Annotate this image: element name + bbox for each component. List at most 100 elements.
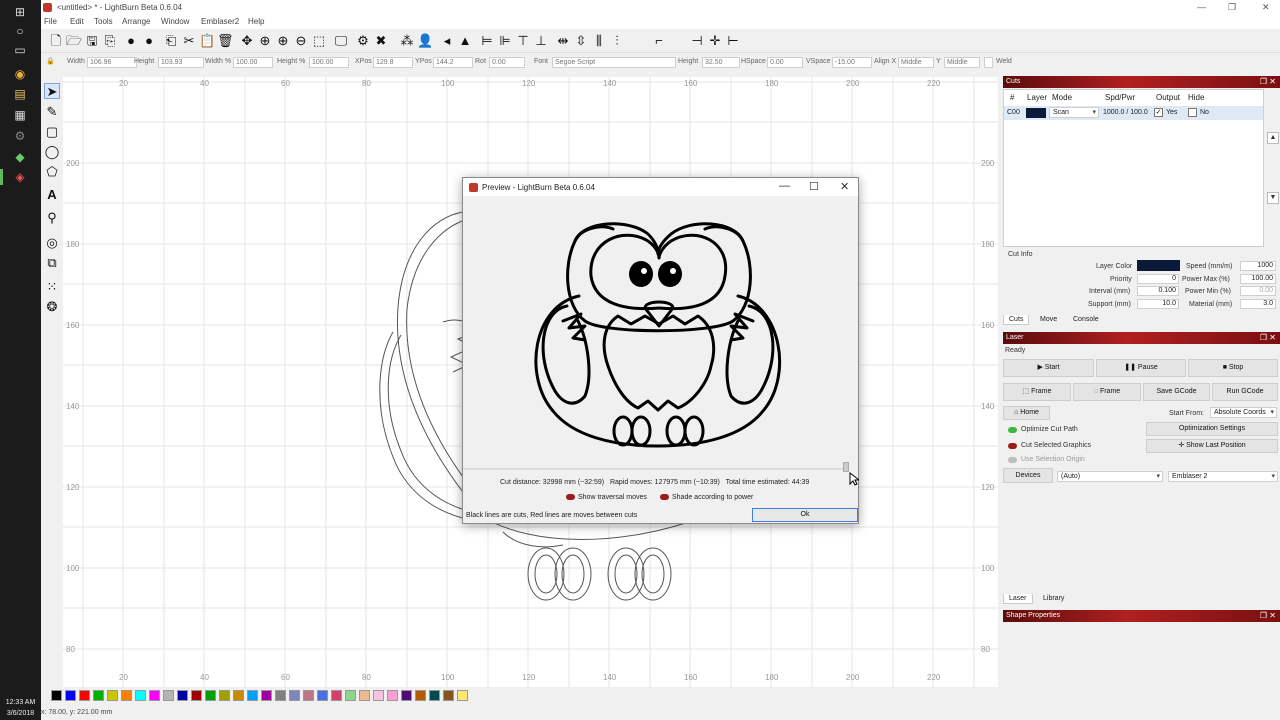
dialog-maximize-icon[interactable]: ☐	[809, 180, 819, 193]
palette-swatch-18[interactable]	[303, 690, 314, 701]
palette-swatch-1[interactable]	[65, 690, 76, 701]
settings-gear-icon[interactable]: ⚙	[355, 33, 371, 49]
panel-close-icon[interactable]: ❐ ✕	[1260, 76, 1276, 88]
optimize-cut-path-toggle[interactable]	[1008, 427, 1017, 433]
layer-color-swatch[interactable]	[1026, 108, 1046, 118]
show-traversal-option[interactable]: Show traversal moves	[566, 494, 647, 501]
rotation-field[interactable]: Rot 0.00	[475, 57, 525, 69]
flip-horizontal-icon[interactable]: ◂	[439, 33, 455, 49]
palette-swatch-12[interactable]	[219, 690, 230, 701]
palette-swatch-4[interactable]	[107, 690, 118, 701]
copy-icon[interactable]: ⎗	[163, 33, 179, 49]
palette-swatch-25[interactable]	[401, 690, 412, 701]
power-max-field[interactable]: 100.00	[1240, 274, 1276, 284]
lock-icon[interactable]: 🔒	[46, 57, 66, 69]
dock-left-icon[interactable]: ⊣	[689, 33, 705, 49]
distribute-v-icon[interactable]: ⫶	[609, 33, 625, 49]
palette-swatch-21[interactable]	[345, 690, 356, 701]
font-height-field[interactable]: Height 32.50	[678, 57, 740, 69]
palette-swatch-17[interactable]	[289, 690, 300, 701]
task-view-icon[interactable]: ▭	[12, 42, 28, 58]
align-left-icon[interactable]: ⊨	[479, 33, 495, 49]
polygon-tool-icon[interactable]: ⬠	[44, 164, 60, 180]
run-gcode-button[interactable]: Run GCode	[1212, 383, 1278, 401]
grid-array-tool-icon[interactable]: ⁙	[44, 279, 60, 295]
menu-tools[interactable]: Tools	[94, 17, 113, 26]
palette-swatch-26[interactable]	[415, 690, 426, 701]
width-percent-field[interactable]: Width % 100.00	[205, 57, 273, 69]
start-from-select[interactable]: Absolute Coords	[1210, 407, 1277, 418]
select-tool-icon[interactable]: ➤	[44, 83, 60, 99]
dock-right-icon[interactable]: ⊢	[725, 33, 741, 49]
tab-library[interactable]: Library	[1038, 594, 1069, 603]
align-y-select[interactable]: Y Middle	[936, 57, 980, 69]
device-select[interactable]: Emblaser 2	[1168, 471, 1278, 482]
palette-swatch-28[interactable]	[443, 690, 454, 701]
zoom-out-icon[interactable]: ⊕	[275, 33, 291, 49]
layer-color-box[interactable]	[1137, 260, 1180, 271]
support-field[interactable]: 10.0	[1137, 299, 1179, 309]
palette-swatch-24[interactable]	[387, 690, 398, 701]
paste-icon[interactable]: 📋	[199, 33, 215, 49]
cut-icon[interactable]: ✂	[181, 33, 197, 49]
palette-swatch-22[interactable]	[359, 690, 370, 701]
show-traversal-toggle[interactable]	[566, 494, 575, 501]
tab-laser[interactable]: Laser	[1003, 594, 1033, 604]
ok-button[interactable]: Ok	[752, 508, 858, 522]
zoom-in-icon[interactable]: ⊕	[257, 33, 273, 49]
palette-swatch-0[interactable]	[51, 690, 62, 701]
clock[interactable]: 12:33 AM 3/6/2018	[0, 697, 41, 719]
palette-swatch-7[interactable]	[149, 690, 160, 701]
palette-swatch-14[interactable]	[247, 690, 258, 701]
save-gcode-button[interactable]: Save GCode	[1143, 383, 1210, 401]
hide-checkbox[interactable]	[1188, 108, 1197, 117]
restore-icon[interactable]: ❐	[1228, 2, 1236, 13]
tools-icon[interactable]: ✖	[373, 33, 389, 49]
palette-swatch-19[interactable]	[317, 690, 328, 701]
palette-swatch-10[interactable]	[191, 690, 202, 701]
palette-swatch-23[interactable]	[373, 690, 384, 701]
power-min-field[interactable]: 0.00	[1240, 286, 1276, 296]
height-percent-field[interactable]: Height % 100.00	[277, 57, 349, 69]
save-icon[interactable]: 🖫	[84, 33, 100, 49]
tab-cuts[interactable]: Cuts	[1003, 315, 1030, 325]
preview-scrollbar[interactable]	[463, 462, 858, 472]
calculator-icon[interactable]: ▦	[12, 107, 28, 123]
xpos-field[interactable]: XPos 129.8	[355, 57, 413, 69]
rectangle-tool-icon[interactable]: ▢	[44, 124, 60, 140]
palette-swatch-9[interactable]	[177, 690, 188, 701]
text-tool-icon[interactable]: A	[44, 187, 60, 203]
search-icon[interactable]: ○	[12, 23, 28, 39]
mode-select[interactable]: Scan	[1049, 107, 1099, 118]
home-button[interactable]: ⌂ Home	[1003, 406, 1050, 420]
menu-emblaser[interactable]: Emblaser2	[201, 17, 239, 26]
position-tool-icon[interactable]: ⚲	[44, 210, 60, 226]
zoom-fit-icon[interactable]: ⊖	[293, 33, 309, 49]
menu-help[interactable]: Help	[248, 17, 264, 26]
width-field[interactable]: Width 106.96	[67, 57, 137, 69]
align-bottom-icon[interactable]: ⊥	[533, 33, 549, 49]
panel-close-icon[interactable]: ❐ ✕	[1260, 332, 1276, 344]
table-row[interactable]: C00 Scan 1000.0 / 100.0 ✓ Yes No	[1004, 106, 1263, 120]
interval-field[interactable]: 0.100	[1137, 286, 1179, 296]
frame-round-button[interactable]: ◌ Frame	[1073, 383, 1141, 401]
start-button[interactable]: ▶ Start	[1003, 359, 1094, 377]
tab-move[interactable]: Move	[1035, 315, 1062, 324]
palette-swatch-11[interactable]	[205, 690, 216, 701]
import-icon[interactable]: ●	[123, 33, 139, 49]
hspace-field[interactable]: HSpace 0.00	[741, 57, 803, 69]
corner-icon[interactable]: ⌐	[651, 33, 667, 49]
dock-center-icon[interactable]: ✛	[707, 33, 723, 49]
dialog-minimize-icon[interactable]: —	[779, 180, 790, 192]
use-selection-origin-toggle[interactable]	[1008, 457, 1017, 463]
palette-swatch-15[interactable]	[261, 690, 272, 701]
pause-button[interactable]: ❚❚ Pause	[1096, 359, 1186, 377]
tab-console[interactable]: Console	[1068, 315, 1104, 324]
align-center-h-icon[interactable]: ⇹	[555, 33, 571, 49]
lightburn-taskbar-icon[interactable]: ◈	[12, 169, 28, 185]
dialog-close-icon[interactable]: ✕	[840, 180, 849, 193]
chrome-icon[interactable]: ◉	[12, 66, 28, 82]
font-select[interactable]: Font Segoe Script	[534, 57, 676, 69]
copy-array-tool-icon[interactable]: ⧉	[44, 255, 60, 271]
frame-rect-button[interactable]: ⬚ Frame	[1003, 383, 1071, 401]
